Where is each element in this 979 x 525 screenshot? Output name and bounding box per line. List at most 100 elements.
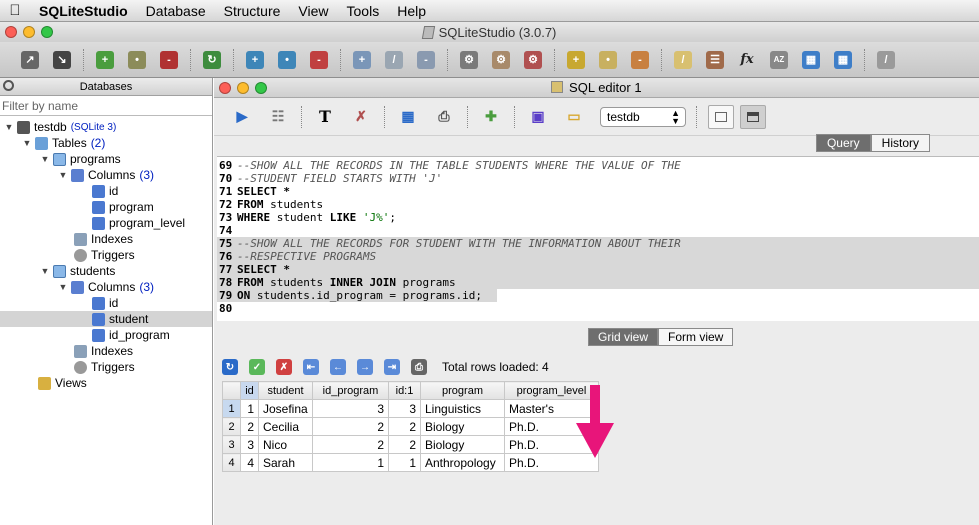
cell-id-program[interactable]: 2: [312, 417, 389, 436]
minimize-window-button[interactable]: [23, 26, 35, 38]
tree-item-programs[interactable]: ▼ programs: [0, 151, 212, 167]
cell-id[interactable]: 2: [240, 417, 259, 436]
tree-item-triggers[interactable]: Triggers: [0, 247, 212, 263]
tree-item-indexes[interactable]: Indexes: [0, 231, 212, 247]
add-view-icon[interactable]: +: [567, 50, 585, 69]
cell-student[interactable]: Nico: [258, 435, 313, 454]
tree-item-tables[interactable]: ▼ Tables (2): [0, 135, 212, 151]
expand-arrow-icon[interactable]: ▼: [4, 122, 14, 132]
close-editor-button[interactable]: [219, 82, 231, 94]
cell-id1[interactable]: 1: [388, 453, 421, 472]
tree-item-views[interactable]: Views: [0, 375, 212, 391]
menu-help[interactable]: Help: [388, 3, 435, 19]
row-number[interactable]: 2: [222, 417, 241, 436]
expand-arrow-icon[interactable]: ▼: [40, 266, 50, 276]
column-header[interactable]: student: [258, 381, 313, 400]
menu-view[interactable]: View: [289, 3, 337, 19]
row-number[interactable]: 4: [222, 453, 241, 472]
tab-grid-view[interactable]: Grid view: [588, 328, 659, 346]
export-icon[interactable]: ✚: [482, 108, 500, 126]
add-index-icon[interactable]: +: [353, 50, 371, 69]
clear-icon[interactable]: ✗: [352, 108, 370, 126]
last-page-icon[interactable]: ⇥: [384, 359, 400, 375]
connect-icon[interactable]: ↗: [21, 50, 39, 69]
rollback-icon[interactable]: ✗: [276, 359, 292, 375]
expand-arrow-icon[interactable]: ▼: [40, 154, 50, 164]
edit-view-icon[interactable]: •: [599, 50, 617, 69]
cell-id[interactable]: 4: [240, 453, 259, 472]
column-header[interactable]: program: [420, 381, 505, 400]
menu-tools[interactable]: Tools: [338, 3, 389, 19]
add-database-icon[interactable]: +: [96, 50, 114, 69]
commit-icon[interactable]: ✓: [249, 359, 265, 375]
menu-app[interactable]: SQLiteStudio: [30, 3, 137, 19]
minimize-editor-button[interactable]: [237, 82, 249, 94]
cell-program[interactable]: Biology: [420, 435, 505, 454]
config-icon[interactable]: ▦: [834, 50, 852, 69]
refresh-results-icon[interactable]: ↻: [222, 359, 238, 375]
tree-item-column-selected[interactable]: student: [0, 311, 212, 327]
disconnect-icon[interactable]: ↘: [53, 50, 71, 69]
previous-page-icon[interactable]: ←: [330, 359, 346, 375]
row-number[interactable]: 3: [222, 435, 241, 454]
first-page-icon[interactable]: ⇤: [303, 359, 319, 375]
delete-trigger-icon[interactable]: ⚙: [524, 50, 542, 69]
cell-id-program[interactable]: 2: [312, 435, 389, 454]
tree-item-columns[interactable]: ▼ Columns (3): [0, 167, 212, 183]
cell-program[interactable]: Linguistics: [420, 399, 505, 418]
print-results-icon[interactable]: ⎙: [411, 359, 427, 375]
tree-item-triggers[interactable]: Triggers: [0, 359, 212, 375]
cell-student[interactable]: Josefina: [258, 399, 313, 418]
zoom-window-button[interactable]: [41, 26, 53, 38]
tree-item-column[interactable]: id: [0, 295, 212, 311]
edit-index-icon[interactable]: /: [385, 50, 403, 69]
function-icon[interactable]: fx: [738, 51, 756, 69]
edit-database-icon[interactable]: •: [128, 50, 146, 69]
tree-item-testdb[interactable]: ▼ testdb (SQLite 3): [0, 119, 212, 135]
database-select[interactable]: testdb ▲ ▼: [600, 106, 686, 127]
print-icon[interactable]: ⎙: [435, 108, 453, 126]
row-number[interactable]: 1: [222, 399, 241, 418]
tree-item-column[interactable]: id: [0, 183, 212, 199]
table-row[interactable]: 2 2 Cecilia 2 2 Biology Ph.D.: [222, 417, 599, 436]
column-header[interactable]: id:1: [388, 381, 421, 400]
tab-query[interactable]: Query: [815, 134, 871, 152]
add-trigger-icon[interactable]: ⚙: [460, 50, 478, 69]
expand-arrow-icon[interactable]: ▼: [58, 282, 68, 292]
close-window-button[interactable]: [5, 26, 17, 38]
collations-icon[interactable]: AZ: [770, 50, 788, 69]
delete-table-icon[interactable]: -: [310, 50, 328, 69]
filter-input[interactable]: Filter by name: [0, 96, 212, 116]
layout-vertical-button[interactable]: [708, 104, 734, 129]
extensions-icon[interactable]: ▦: [802, 50, 820, 69]
expand-arrow-icon[interactable]: ▼: [22, 138, 32, 148]
cell-student[interactable]: Cecilia: [258, 417, 313, 436]
cell-id[interactable]: 3: [240, 435, 259, 454]
remove-database-icon[interactable]: -: [160, 50, 178, 69]
menu-database[interactable]: Database: [137, 3, 215, 19]
cell-id[interactable]: 1: [240, 399, 259, 418]
tree-item-column[interactable]: program_level: [0, 215, 212, 231]
menu-structure[interactable]: Structure: [215, 3, 290, 19]
tab-history[interactable]: History: [870, 134, 930, 152]
edit-trigger-icon[interactable]: ⚙: [492, 50, 510, 69]
save-icon[interactable]: ▣: [529, 108, 547, 126]
column-header[interactable]: id_program: [312, 381, 389, 400]
cell-id-program[interactable]: 3: [312, 399, 389, 418]
add-table-icon[interactable]: +: [246, 50, 264, 69]
delete-index-icon[interactable]: -: [417, 50, 435, 69]
tree-item-students[interactable]: ▼ students: [0, 263, 212, 279]
format-icon[interactable]: T: [316, 107, 334, 126]
edit-table-icon[interactable]: •: [278, 50, 296, 69]
delete-view-icon[interactable]: -: [631, 50, 649, 69]
cell-id1[interactable]: 2: [388, 417, 421, 436]
cell-program[interactable]: Biology: [420, 417, 505, 436]
cell-id1[interactable]: 3: [388, 399, 421, 418]
tree-item-columns[interactable]: ▼ Columns (3): [0, 279, 212, 295]
open-icon[interactable]: ▭: [565, 108, 583, 126]
tree-item-column[interactable]: id_program: [0, 327, 212, 343]
sql-code-editor[interactable]: 69 --SHOW ALL THE RECORDS IN THE TABLE ST…: [217, 156, 979, 321]
cell-student[interactable]: Sarah: [258, 453, 313, 472]
tree-item-column[interactable]: program: [0, 199, 212, 215]
column-header[interactable]: id: [240, 381, 259, 400]
